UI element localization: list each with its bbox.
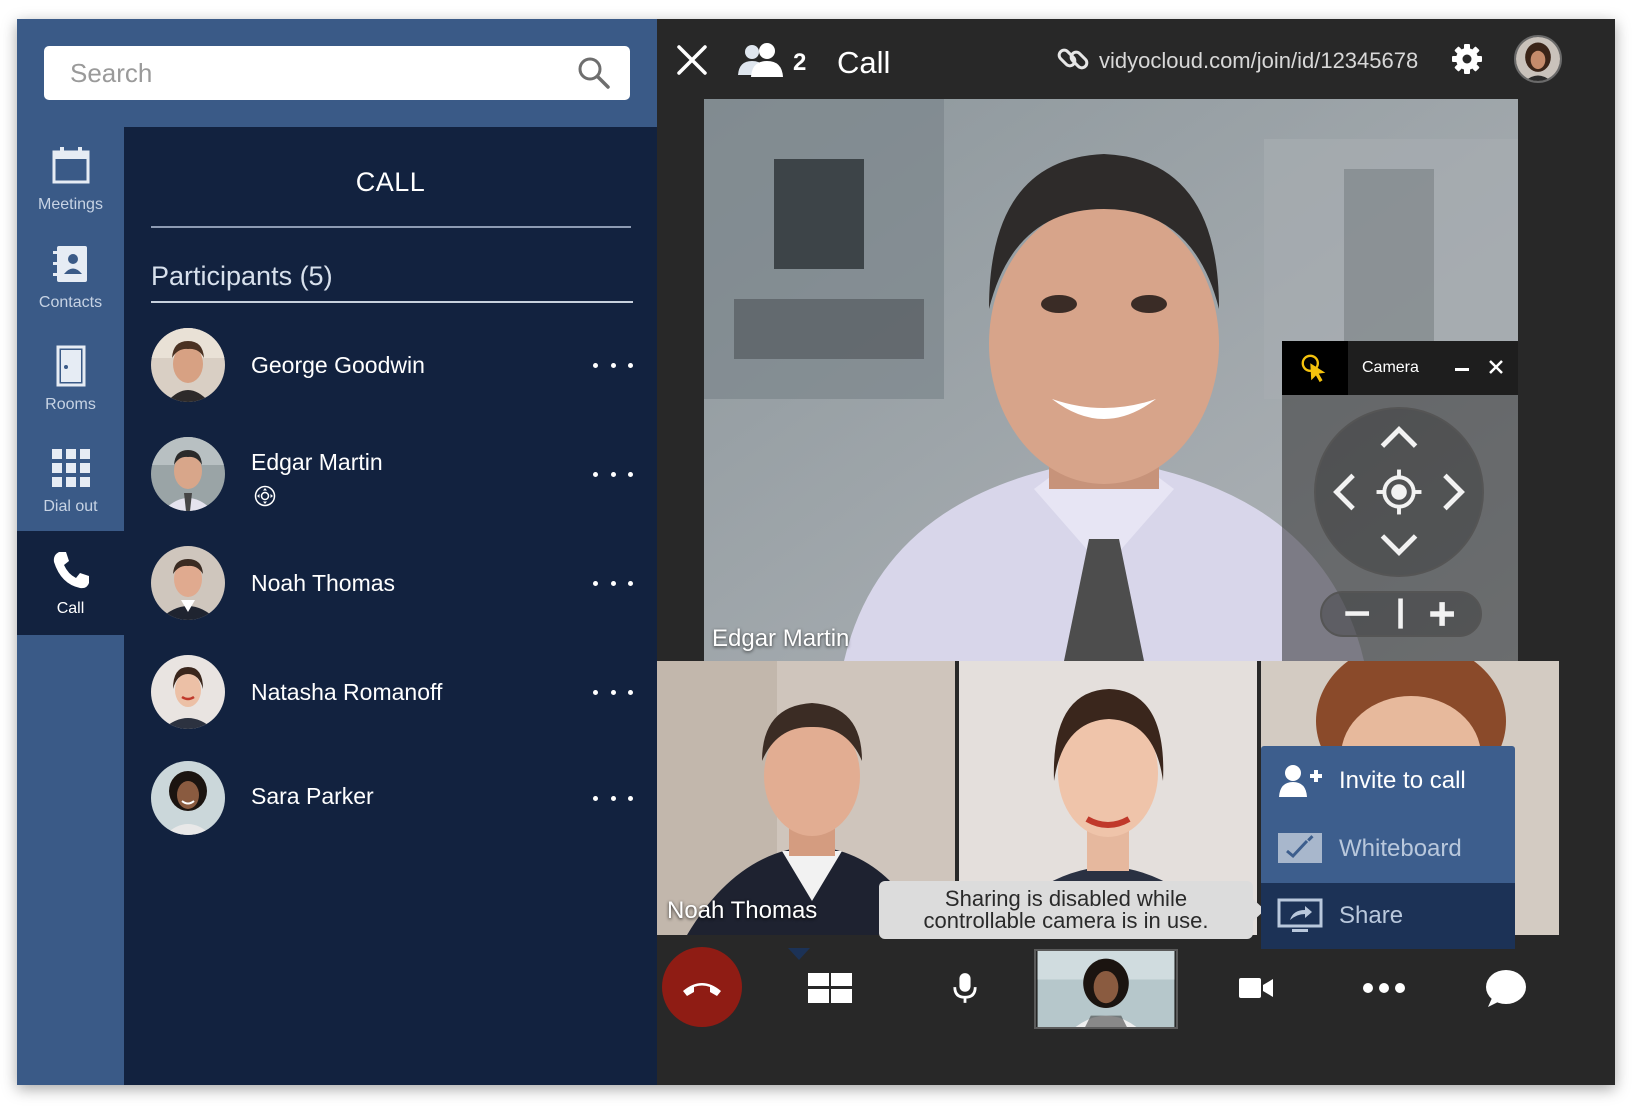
participant-name: Sara Parker bbox=[251, 783, 374, 809]
nav-item-call[interactable]: Call bbox=[17, 531, 124, 635]
camera-direction-pad[interactable] bbox=[1314, 407, 1484, 577]
avatar bbox=[151, 328, 225, 402]
camera-control-panel: Camera bbox=[1282, 341, 1518, 661]
sharing-disabled-tooltip: Sharing is disabled while controllable c… bbox=[879, 881, 1265, 939]
search-box[interactable] bbox=[44, 46, 630, 100]
divider bbox=[151, 301, 633, 303]
left-nav: Meetings Contacts Rooms Dial out Call bbox=[17, 127, 124, 1085]
chevron-left-icon bbox=[1333, 473, 1355, 511]
menu-item-whiteboard[interactable]: Whiteboard bbox=[1261, 816, 1515, 882]
camera-panel-header: Camera bbox=[1282, 341, 1518, 395]
contacts-icon bbox=[52, 246, 87, 282]
nav-label: Dial out bbox=[43, 498, 98, 515]
video-area: 2 Call vidyocloud.com/join/id/12345678 E… bbox=[657, 19, 1615, 1085]
microphone-button[interactable] bbox=[940, 965, 990, 1011]
participant-row[interactable]: Sara Parker bbox=[151, 761, 633, 857]
more-button[interactable] bbox=[1359, 965, 1409, 1011]
more-options-icon[interactable] bbox=[593, 788, 633, 808]
close-icon[interactable] bbox=[1486, 357, 1506, 377]
tooltip-line: Sharing is disabled while bbox=[944, 886, 1188, 911]
menu-item-label: Whiteboard bbox=[1339, 835, 1462, 862]
camera-zoom-control[interactable] bbox=[1320, 591, 1482, 637]
hang-up-button[interactable] bbox=[662, 947, 742, 1027]
search-icon[interactable] bbox=[576, 55, 612, 91]
chat-icon bbox=[1486, 970, 1526, 1007]
hang-up-icon bbox=[683, 983, 721, 996]
more-options-icon[interactable] bbox=[593, 573, 633, 593]
chat-button[interactable] bbox=[1481, 965, 1531, 1011]
phone-icon bbox=[53, 552, 89, 589]
participant-name: Edgar Martin bbox=[251, 449, 383, 475]
screen-share-icon bbox=[1277, 898, 1323, 932]
avatar bbox=[151, 437, 225, 511]
nav-label: Contacts bbox=[38, 294, 103, 311]
participant-name: Noah Thomas bbox=[251, 570, 396, 596]
avatar bbox=[151, 761, 225, 835]
more-options-icon[interactable] bbox=[593, 464, 633, 484]
chevron-right-icon bbox=[1443, 473, 1465, 511]
nav-label: Rooms bbox=[45, 396, 96, 413]
dialpad-icon bbox=[51, 449, 90, 487]
call-toolbar bbox=[657, 935, 1615, 1085]
whiteboard-icon bbox=[1278, 833, 1322, 863]
participant-name: George Goodwin bbox=[251, 352, 425, 378]
self-view-preview[interactable] bbox=[1034, 949, 1178, 1029]
menu-item-label: Share bbox=[1339, 902, 1404, 929]
video-camera-icon bbox=[1239, 978, 1273, 998]
call-top-bar: 2 Call vidyocloud.com/join/id/12345678 bbox=[657, 19, 1615, 99]
avatar bbox=[151, 655, 225, 729]
call-panel-title: CALL bbox=[355, 167, 426, 197]
call-panel: CALL Participants (5) George Goodwin Edg… bbox=[124, 127, 657, 1085]
nav-label: Meetings bbox=[38, 196, 103, 213]
zoom-out-icon bbox=[1345, 611, 1370, 616]
tooltip-line: controllable camera is in use. bbox=[923, 908, 1209, 933]
nav-item-contacts[interactable]: Contacts bbox=[17, 225, 124, 329]
menu-item-label: Invite to call bbox=[1339, 767, 1466, 794]
calendar-icon bbox=[52, 147, 89, 184]
more-menu: Invite to call Whiteboard Share bbox=[1261, 746, 1515, 949]
camera-button[interactable] bbox=[1231, 965, 1281, 1011]
participant-count: 2 bbox=[793, 49, 807, 76]
layout-button[interactable] bbox=[805, 965, 855, 1011]
participants-heading: Participants (5) bbox=[151, 261, 333, 291]
chevron-down-icon bbox=[1380, 534, 1418, 556]
grid-layout-icon bbox=[808, 973, 852, 1003]
search-bar bbox=[17, 19, 657, 127]
door-icon bbox=[56, 345, 85, 387]
nav-label: Call bbox=[56, 600, 85, 617]
chevron-up-icon bbox=[1380, 426, 1418, 448]
call-link[interactable]: vidyocloud.com/join/id/12345678 bbox=[1099, 48, 1418, 74]
add-user-icon bbox=[1279, 765, 1322, 797]
nav-item-dial-out[interactable]: Dial out bbox=[17, 429, 124, 533]
close-icon[interactable] bbox=[675, 43, 709, 77]
call-label: Call bbox=[837, 45, 891, 80]
camera-panel-title: Camera bbox=[1362, 359, 1419, 376]
link-icon[interactable] bbox=[1055, 41, 1091, 77]
participant-row[interactable]: George Goodwin bbox=[151, 328, 633, 424]
video-call-app: Meetings Contacts Rooms bbox=[17, 19, 1615, 1085]
participant-name: Natasha Romanoff bbox=[251, 679, 443, 705]
video-participant-name: Edgar Martin bbox=[712, 625, 850, 652]
participants-icon[interactable] bbox=[735, 41, 785, 81]
nav-item-meetings[interactable]: Meetings bbox=[17, 127, 124, 231]
more-options-icon[interactable] bbox=[593, 682, 633, 702]
microphone-icon bbox=[953, 973, 977, 1003]
menu-item-invite[interactable]: Invite to call bbox=[1261, 748, 1515, 814]
search-input[interactable] bbox=[70, 57, 576, 89]
more-options-icon bbox=[1363, 983, 1405, 993]
nav-item-rooms[interactable]: Rooms bbox=[17, 327, 124, 431]
minimize-icon[interactable] bbox=[1452, 357, 1472, 377]
avatar bbox=[151, 546, 225, 620]
participant-row[interactable]: Noah Thomas bbox=[151, 546, 633, 642]
participant-row[interactable]: Natasha Romanoff bbox=[151, 655, 633, 751]
more-options-icon[interactable] bbox=[593, 355, 633, 375]
gear-icon[interactable] bbox=[1451, 43, 1483, 75]
divider bbox=[151, 226, 631, 228]
participant-row[interactable]: Edgar Martin bbox=[151, 437, 633, 533]
video-participant-name: Noah Thomas bbox=[667, 897, 818, 924]
user-avatar[interactable] bbox=[1514, 35, 1562, 83]
pointer-icon[interactable] bbox=[1282, 341, 1348, 395]
camera-control-icon bbox=[254, 485, 276, 507]
